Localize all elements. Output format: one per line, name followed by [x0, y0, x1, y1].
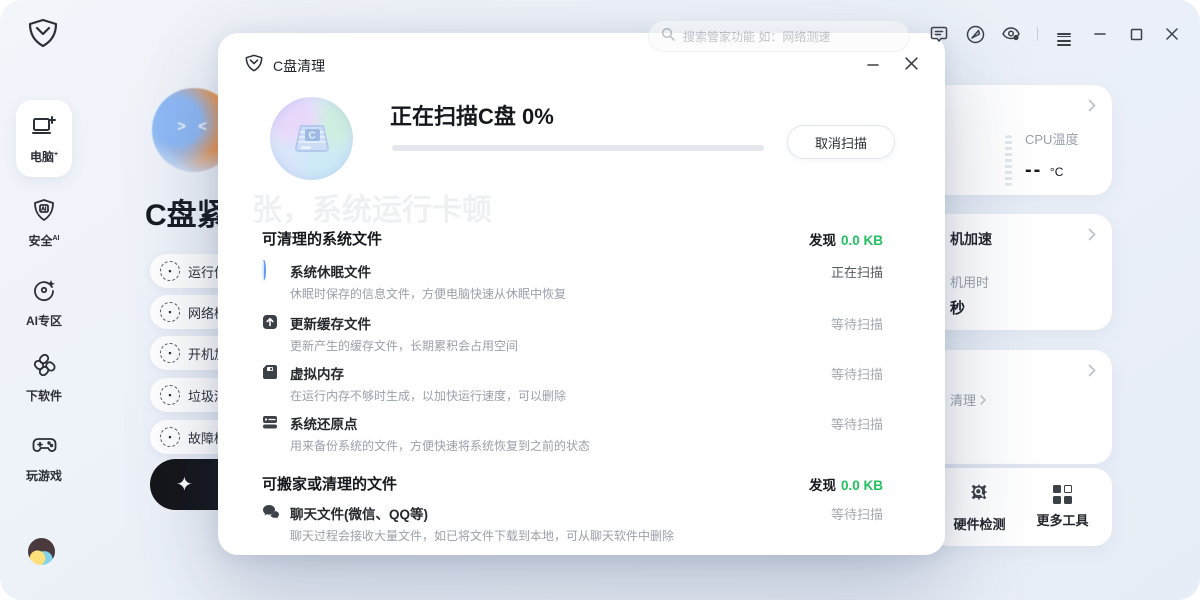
message-icon[interactable] [929, 24, 949, 44]
boot-time-value: 秒 [950, 297, 965, 318]
user-avatar[interactable] [28, 538, 55, 565]
section-found: 发现0.0 KB [809, 229, 883, 249]
close-icon[interactable] [1162, 24, 1182, 44]
item-status: 等待扫描 [831, 504, 883, 523]
sidebar-item-computer[interactable]: 电脑+ [16, 100, 72, 177]
item-title: 虚拟内存 [290, 363, 344, 383]
cpu-temperature-card[interactable]: CPU温度 -- °C [930, 85, 1112, 195]
search-input[interactable]: 搜索管家功能 如：网络测速 [648, 20, 910, 52]
divider [1037, 27, 1038, 41]
sidebar-item-label: 安全 [28, 234, 52, 248]
maximize-icon[interactable] [1126, 24, 1146, 44]
restore-point-icon [262, 414, 279, 431]
tools-card: 硬件检测 更多工具 [930, 468, 1112, 546]
sidebar-item-label: 下软件 [26, 389, 62, 403]
boot-speedup-card[interactable]: 机加速 机用时 秒 [930, 214, 1112, 330]
boot-time-label: 机用时 [950, 272, 989, 291]
chat-files-icon [262, 504, 279, 521]
search-placeholder: 搜索管家功能 如：网络测速 [683, 28, 830, 45]
section-found: 发现0.0 KB [809, 474, 883, 494]
app-window: 电脑+ AI 安全AI AI专区 下软件 [0, 0, 1200, 600]
sidebar-item-software[interactable]: 下软件 [18, 353, 70, 404]
chevron-right-icon[interactable] [1088, 228, 1096, 246]
temperature-gauge [1005, 135, 1012, 187]
software-icon [32, 364, 56, 381]
found-size-value: 0.0 KB [841, 233, 883, 248]
dialog-minimize-icon[interactable] [863, 55, 883, 75]
item-desc: 聊天过程会接收大量文件，如已将文件下载到本地，可从聊天软件中删除 [290, 527, 674, 544]
item-desc: 用来备份系统的文件，方便快速将系统恢复到之前的状态 [290, 437, 590, 454]
update-cache-icon [262, 314, 279, 331]
item-status: 等待扫描 [831, 314, 883, 333]
fault-check-icon: ▪ [160, 427, 180, 447]
item-status: 等待扫描 [831, 414, 883, 433]
item-title: 系统休眠文件 [290, 261, 371, 281]
cpu-temp-label: CPU温度 [1025, 129, 1078, 148]
sidebar-item-games[interactable]: 玩游戏 [18, 433, 70, 484]
item-title: 系统还原点 [290, 413, 358, 433]
skin-icon[interactable] [1001, 24, 1021, 44]
svg-text:AI: AI [41, 207, 47, 213]
virtual-memory-icon [262, 364, 279, 381]
titlebar-controls [929, 24, 1182, 44]
dialog-shield-icon [244, 53, 264, 78]
sidebar-item-security[interactable]: AI 安全AI [18, 198, 70, 249]
svg-text:C: C [308, 130, 315, 141]
item-desc: 休眠时保存的信息文件，方便电脑快速从休眠中恢复 [290, 285, 566, 302]
page-title: C盘紧 [145, 190, 227, 234]
cpu-temp-value: -- °C [1025, 159, 1063, 182]
sidebar-item-label: 电脑 [30, 150, 54, 164]
search-icon [661, 27, 675, 46]
ai-zone-icon [32, 289, 56, 306]
chevron-right-icon[interactable] [1088, 99, 1096, 117]
computer-plus-icon [31, 125, 57, 142]
item-desc: 更新产生的缓存文件，长期累积会占用空间 [290, 337, 518, 354]
c-drive-bubble-icon: C [270, 97, 353, 180]
run-optimize-icon: ▪ [160, 261, 180, 281]
boot-card-title: 机加速 [950, 229, 992, 249]
item-status: 正在扫描 [831, 262, 883, 281]
dialog-title: C盘清理 [273, 56, 325, 76]
item-desc: 在运行内存不够时生成，以加快运行速度，可以删除 [290, 387, 566, 404]
more-tools-icon [1053, 485, 1072, 504]
sidebar-item-ai-zone[interactable]: AI专区 [18, 278, 70, 329]
minimize-icon[interactable] [1090, 24, 1110, 44]
section-header: 可清理的系统文件 [262, 228, 382, 249]
item-status: 等待扫描 [831, 364, 883, 383]
tencent-shield-logo [26, 16, 60, 55]
dialog-close-icon[interactable] [901, 53, 921, 73]
c-drive-clean-dialog: 张，系统运行卡顿 C盘清理 C 正在扫描C盘 0% [218, 33, 945, 555]
background-ghost-text: 张，系统运行卡顿 [252, 185, 492, 229]
menu-icon[interactable] [1054, 24, 1074, 44]
sidebar-item-label: AI专区 [26, 314, 62, 328]
gamepad-icon [32, 444, 57, 461]
hardware-check-button[interactable]: 硬件检测 [953, 481, 1005, 533]
scan-progress-bar [392, 145, 764, 151]
pen-icon[interactable] [965, 24, 985, 44]
junk-clean-icon: ▪ [160, 385, 180, 405]
hibernate-spinner-icon [262, 262, 279, 279]
clean-card[interactable]: 清理 [930, 350, 1112, 464]
network-check-icon: ▪ [160, 302, 180, 322]
shield-ai-icon: AI [32, 209, 56, 226]
item-title: 聊天文件(微信、QQ等) [290, 503, 428, 523]
scan-status-title: 正在扫描C盘 0% [390, 99, 554, 131]
item-title: 更新缓存文件 [290, 313, 371, 333]
more-tools-button[interactable]: 更多工具 [1036, 485, 1088, 529]
sparkle-icon: ✦ [176, 472, 193, 497]
boot-speedup-icon: ▪ [160, 343, 180, 363]
hardware-check-icon [968, 490, 990, 507]
section-header: 可搬家或清理的文件 [262, 473, 397, 494]
chevron-right-icon[interactable] [1088, 364, 1096, 382]
sidebar-item-label: 玩游戏 [26, 469, 62, 483]
found-size-value: 0.0 KB [841, 478, 883, 493]
clean-link[interactable]: 清理 [950, 390, 986, 409]
cancel-scan-button[interactable]: 取消扫描 [787, 125, 895, 159]
